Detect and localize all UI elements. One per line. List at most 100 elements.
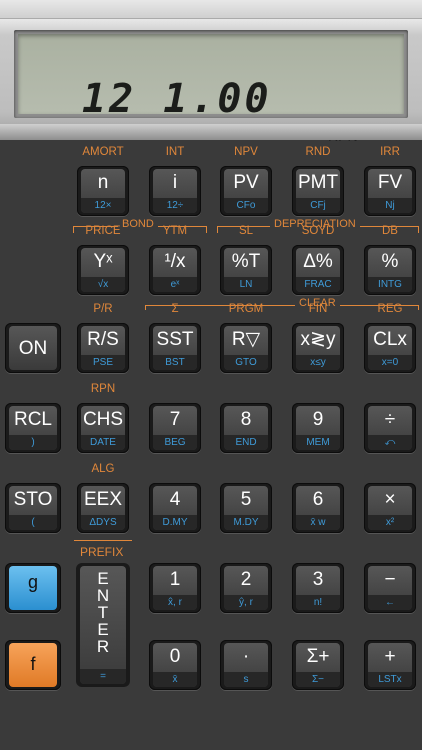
key-sublabel: BEG bbox=[153, 435, 197, 450]
key-label: CHS bbox=[82, 409, 124, 430]
key-label: i bbox=[172, 172, 178, 193]
key-label: + bbox=[384, 646, 396, 667]
key-label: Yˣ bbox=[93, 251, 113, 272]
key-sublabel: DATE bbox=[81, 435, 125, 450]
key-label: ¹/x bbox=[164, 251, 186, 272]
key-sublabel: eˣ bbox=[153, 277, 197, 292]
keypad-key[interactable]: i 12÷ bbox=[149, 166, 201, 216]
lcd-display: 12 1.00 RPN bbox=[18, 34, 404, 144]
keypad-key[interactable]: PMT CFj bbox=[292, 166, 344, 216]
key-label: 4 bbox=[169, 489, 181, 510]
key-shift-label: FIN bbox=[308, 303, 328, 315]
key-label: SST bbox=[156, 329, 194, 350]
key-shift-label: IRR bbox=[380, 146, 400, 158]
key-sublabel: GTO bbox=[224, 355, 268, 370]
sto-key-label: STO bbox=[13, 489, 53, 510]
key-sublabel: x≤y bbox=[296, 355, 340, 370]
enter-key[interactable]: E N T E R = bbox=[76, 563, 130, 687]
key-sublabel: PSE bbox=[81, 355, 125, 370]
keypad-key[interactable]: ÷ ⤺ bbox=[364, 403, 416, 453]
prefix-line bbox=[74, 540, 132, 541]
keypad-key[interactable]: 8 END bbox=[220, 403, 272, 453]
sto-key[interactable]: STO ( bbox=[5, 483, 61, 533]
key-label: n bbox=[97, 172, 109, 193]
key-sublabel: ⤺ bbox=[368, 435, 412, 450]
bezel-bottom bbox=[0, 124, 422, 140]
keypad-key[interactable]: 5 M.DY bbox=[220, 483, 272, 533]
key-sublabel: ŷ, r bbox=[224, 595, 268, 610]
key-shift-label: ALG bbox=[91, 463, 115, 475]
key-sublabel: LN bbox=[224, 277, 268, 292]
key-shift-label: SL bbox=[238, 225, 254, 237]
key-label: × bbox=[384, 489, 396, 510]
enter-key-label: E N T E R bbox=[96, 569, 110, 656]
key-label: PV bbox=[233, 172, 259, 193]
key-shift-label: RND bbox=[305, 146, 331, 158]
f-key-label: f bbox=[30, 654, 36, 674]
key-sublabel: BST bbox=[153, 355, 197, 370]
keypad-key[interactable]: 9 MEM bbox=[292, 403, 344, 453]
key-sublabel: x̄ w bbox=[296, 515, 340, 530]
key-sublabel: FRAC bbox=[296, 277, 340, 292]
keypad-key[interactable]: R▽ GTO bbox=[220, 323, 272, 373]
keypad-key[interactable]: % INTG bbox=[364, 245, 416, 295]
keypad-key[interactable]: PV CFo bbox=[220, 166, 272, 216]
key-shift-label: DB bbox=[382, 225, 398, 237]
keypad-key[interactable]: 4 D.MY bbox=[149, 483, 201, 533]
keypad-key[interactable]: 0 x̄ bbox=[149, 640, 201, 690]
key-label: PMT bbox=[297, 172, 339, 193]
key-sublabel: 12÷ bbox=[153, 198, 197, 213]
keypad-key[interactable]: SST BST bbox=[149, 323, 201, 373]
keypad-key[interactable]: R/S PSE bbox=[77, 323, 129, 373]
keypad-key[interactable]: %T LN bbox=[220, 245, 272, 295]
keypad-key[interactable]: Σ+ Σ− bbox=[292, 640, 344, 690]
key-label: 9 bbox=[312, 409, 324, 430]
key-label: 5 bbox=[240, 489, 252, 510]
key-label: 8 bbox=[240, 409, 252, 430]
rcl-key-sublabel: ) bbox=[9, 435, 57, 450]
keypad-key[interactable]: 2 ŷ, r bbox=[220, 563, 272, 613]
key-sublabel: Nj bbox=[368, 198, 412, 213]
keypad-key[interactable]: · s bbox=[220, 640, 272, 690]
key-label: 3 bbox=[312, 569, 324, 590]
key-sublabel: CFo bbox=[224, 198, 268, 213]
keypad-key[interactable]: 3 n! bbox=[292, 563, 344, 613]
g-shift-key[interactable]: g bbox=[5, 563, 61, 613]
key-sublabel: Σ− bbox=[296, 672, 340, 687]
key-label: x≷y bbox=[300, 329, 336, 350]
g-key-label: g bbox=[27, 572, 38, 592]
key-label: 0 bbox=[169, 646, 181, 667]
keypad-key[interactable]: + LSTx bbox=[364, 640, 416, 690]
keypad-key[interactable]: Δ% FRAC bbox=[292, 245, 344, 295]
keypad-key[interactable]: − ← bbox=[364, 563, 416, 613]
key-shift-label: Σ bbox=[171, 303, 179, 315]
on-key[interactable]: ON bbox=[5, 323, 61, 373]
rcl-key[interactable]: RCL ) bbox=[5, 403, 61, 453]
key-sublabel: LSTx bbox=[368, 672, 412, 687]
key-label: R/S bbox=[87, 329, 119, 350]
keypad-key[interactable]: × x² bbox=[364, 483, 416, 533]
keypad-key[interactable]: CHS DATE bbox=[77, 403, 129, 453]
f-shift-key[interactable]: f bbox=[5, 640, 61, 690]
keypad-key[interactable]: 1 x̂, r bbox=[149, 563, 201, 613]
keypad-key[interactable]: n 12× bbox=[77, 166, 129, 216]
key-shift-label: RPN bbox=[90, 383, 116, 395]
keypad-key[interactable]: EEX ΔDYS bbox=[77, 483, 129, 533]
key-sublabel: M.DY bbox=[224, 515, 268, 530]
key-shift-label: REG bbox=[377, 303, 403, 315]
prefix-label: PREFIX bbox=[76, 546, 128, 558]
keypad-key[interactable]: FV Nj bbox=[364, 166, 416, 216]
display-value: 12 1.00 bbox=[82, 76, 272, 122]
key-label: %T bbox=[231, 251, 261, 272]
key-label: 1 bbox=[169, 569, 181, 590]
key-shift-label: YTM bbox=[162, 225, 188, 237]
key-label: Δ% bbox=[303, 251, 333, 272]
key-sublabel: CFj bbox=[296, 198, 340, 213]
keypad-key[interactable]: 7 BEG bbox=[149, 403, 201, 453]
keypad-key[interactable]: Yˣ √x bbox=[77, 245, 129, 295]
keypad-key[interactable]: CLx x=0 bbox=[364, 323, 416, 373]
keypad-key[interactable]: ¹/x eˣ bbox=[149, 245, 201, 295]
keypad-key[interactable]: 6 x̄ w bbox=[292, 483, 344, 533]
key-sublabel: √x bbox=[81, 277, 125, 292]
keypad-key[interactable]: x≷y x≤y bbox=[292, 323, 344, 373]
